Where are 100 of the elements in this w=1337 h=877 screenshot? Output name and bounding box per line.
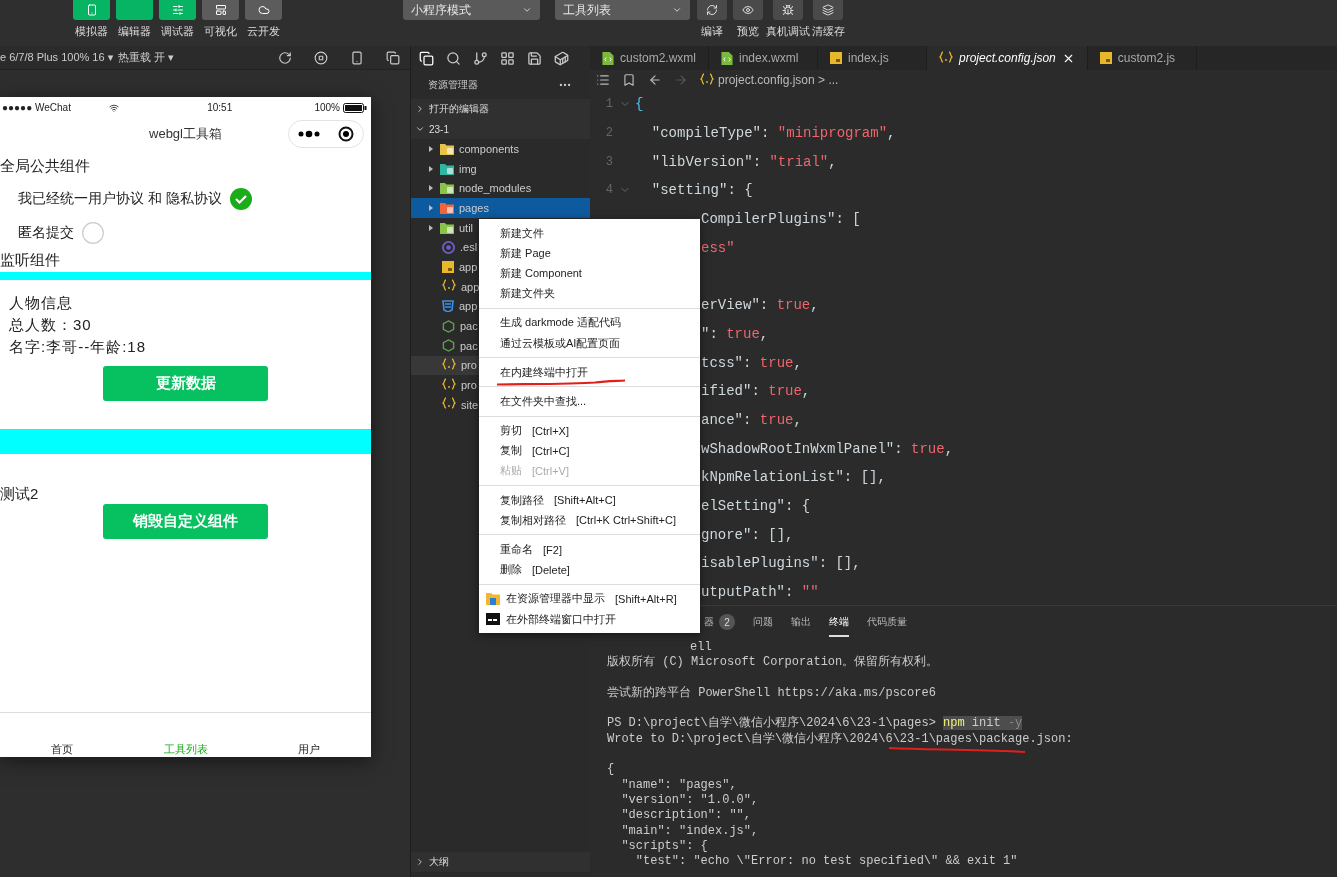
panel-tab[interactable]: 输出 [791, 609, 811, 637]
toolbar-button[interactable] [773, 0, 803, 20]
bookmark-icon[interactable] [622, 73, 636, 87]
menu-item[interactable]: 新建 Page [479, 243, 700, 264]
js-file-icon [442, 260, 454, 273]
tabbar-item[interactable]: 用户 [247, 742, 371, 757]
tree-item[interactable]: app [411, 296, 480, 317]
info-text: 总人数：30 [8, 315, 93, 335]
tree-item[interactable]: .esl [411, 237, 480, 258]
container-icon[interactable] [554, 50, 569, 66]
menu-item[interactable]: 生成 darkmode 适配代码 [479, 312, 700, 333]
menu-item[interactable]: 新建 Component [479, 263, 700, 284]
tabbar-item[interactable]: 首页 [0, 742, 124, 757]
tree-item[interactable]: pro [411, 355, 479, 376]
back-icon[interactable] [648, 73, 662, 87]
code-line: ance": true, [701, 411, 802, 428]
section-header[interactable]: 打开的编辑器 [411, 99, 590, 119]
toolbar-button[interactable] [697, 0, 727, 20]
mode-button[interactable] [202, 0, 239, 20]
menu-item[interactable]: 复制路径 [Shift+Alt+C] [479, 490, 700, 511]
panel-tab[interactable]: 代码质量 [867, 609, 907, 637]
check-circle-icon[interactable] [229, 188, 252, 210]
code-line: isablePlugins": [], [701, 555, 861, 572]
toolbar-button[interactable] [733, 0, 763, 20]
battery-text: 100% [314, 102, 340, 113]
mode-dropdown[interactable]: 小程序模式 [403, 0, 540, 20]
editor-tab[interactable]: project.config.json [927, 46, 1088, 70]
toolbar-label: 预览 [737, 24, 759, 39]
tree-item[interactable]: components [411, 139, 521, 159]
radio-circle[interactable] [82, 222, 104, 244]
tree-item[interactable]: site [411, 394, 481, 415]
menu-item[interactable]: 通过云模板或AI配置页面 [479, 332, 700, 354]
caret-right-icon [427, 144, 435, 153]
menu-item[interactable]: 重命名 [F2] [479, 539, 700, 560]
toolbar-label: 真机调试 [766, 24, 810, 39]
panel-tab[interactable]: 器 2 [704, 608, 735, 638]
page-title: webgl工具箱 [149, 125, 222, 143]
mode-button[interactable] [245, 0, 282, 20]
windows-icon[interactable] [386, 50, 400, 65]
section-heading: 测试2 [0, 484, 40, 504]
section-header[interactable]: 大纲 [411, 852, 590, 872]
tree-item[interactable]: pac [411, 335, 480, 356]
code-line: { [635, 96, 644, 113]
toolbar-button[interactable] [813, 0, 843, 20]
menu-item[interactable]: 在文件夹中查找... [479, 391, 700, 412]
stop-icon[interactable] [314, 50, 328, 65]
css-file-icon [442, 300, 454, 313]
code-line: CompilerPlugins": [ [701, 211, 861, 228]
menu-item[interactable]: 新建文件夹 [479, 283, 700, 304]
tree-item[interactable]: pages [411, 198, 590, 218]
section-header[interactable]: 23-1 [411, 119, 590, 139]
menu-item[interactable]: 删除 [Delete] [479, 559, 700, 580]
code-line: "setting": { [650, 182, 753, 199]
panel-title: 资源管理器 [428, 77, 478, 92]
menu-item[interactable]: 在外部终端窗口中打开 [479, 609, 700, 630]
branch-icon[interactable] [473, 50, 488, 66]
menu-item[interactable]: 复制相对路径 [Ctrl+K Ctrl+Shift+C] [479, 510, 700, 531]
info-text: 名字:李哥--年龄:18 [8, 337, 147, 357]
terminal-line: 尝试新的跨平台 PowerShell https://aka.ms/pscore6 [607, 685, 936, 700]
menu-item[interactable]: 复制 [Ctrl+C] [479, 440, 700, 461]
menu-item[interactable]: 新建文件 [479, 223, 700, 244]
files-icon[interactable] [419, 50, 434, 66]
js-file-icon [830, 52, 842, 64]
tree-item[interactable]: pro [411, 375, 479, 395]
search-icon[interactable] [446, 50, 461, 66]
line-number: 3 [604, 154, 613, 169]
terminal-line: "description": "", [620, 808, 752, 823]
sliders-icon [171, 4, 184, 16]
terminal-line: ell [690, 640, 712, 654]
panel-tab[interactable]: 终端 [829, 609, 849, 637]
hot-reload-toggle[interactable]: 热重载 开 ▾ [118, 50, 198, 65]
mode-dropdown[interactable]: 工具列表 [555, 0, 690, 20]
tree-item[interactable]: pac [411, 316, 480, 336]
grid-icon[interactable] [500, 50, 515, 66]
terminal-line: "scripts": { [620, 838, 708, 853]
phone-icon[interactable] [350, 50, 364, 65]
tree-item[interactable]: img [411, 158, 479, 179]
tree-item[interactable]: node_modules [411, 178, 534, 199]
tree-item[interactable]: util [411, 217, 476, 238]
terminal-line: "main": "index.js", [620, 823, 759, 838]
code-line: utputPath": "" [701, 584, 819, 601]
code-line: ified": true, [701, 383, 811, 400]
menu-item[interactable]: 在内建终端中打开 [479, 362, 700, 383]
terminal-line: Wrote to D:\project\自学\微信小程序\2024\6\23-1\pages\package.json: [607, 731, 1073, 746]
save-icon[interactable] [527, 50, 542, 66]
device-selector[interactable]: e 6/7/8 Plus 100% 16 ▾ [0, 51, 118, 64]
battery-icon [343, 102, 367, 113]
menu-item[interactable]: 剪切 [Ctrl+X] [479, 420, 700, 441]
code-line: tcss": true, [701, 354, 802, 371]
code-line: elSetting": { [701, 497, 811, 514]
breadcrumb[interactable]: project.config.json > ... [718, 73, 839, 87]
list-icon[interactable] [596, 73, 610, 87]
clock-text: 10:51 [207, 102, 234, 113]
tree-item[interactable]: app [411, 257, 480, 277]
tree-item[interactable]: app [411, 276, 482, 297]
rotate-icon[interactable] [278, 50, 292, 65]
panel-tab[interactable]: 问题 [753, 609, 773, 637]
phone-icon [85, 4, 98, 16]
menu-item[interactable]: 在资源管理器中显示 [Shift+Alt+R] [479, 588, 700, 609]
layout-icon [214, 4, 227, 16]
